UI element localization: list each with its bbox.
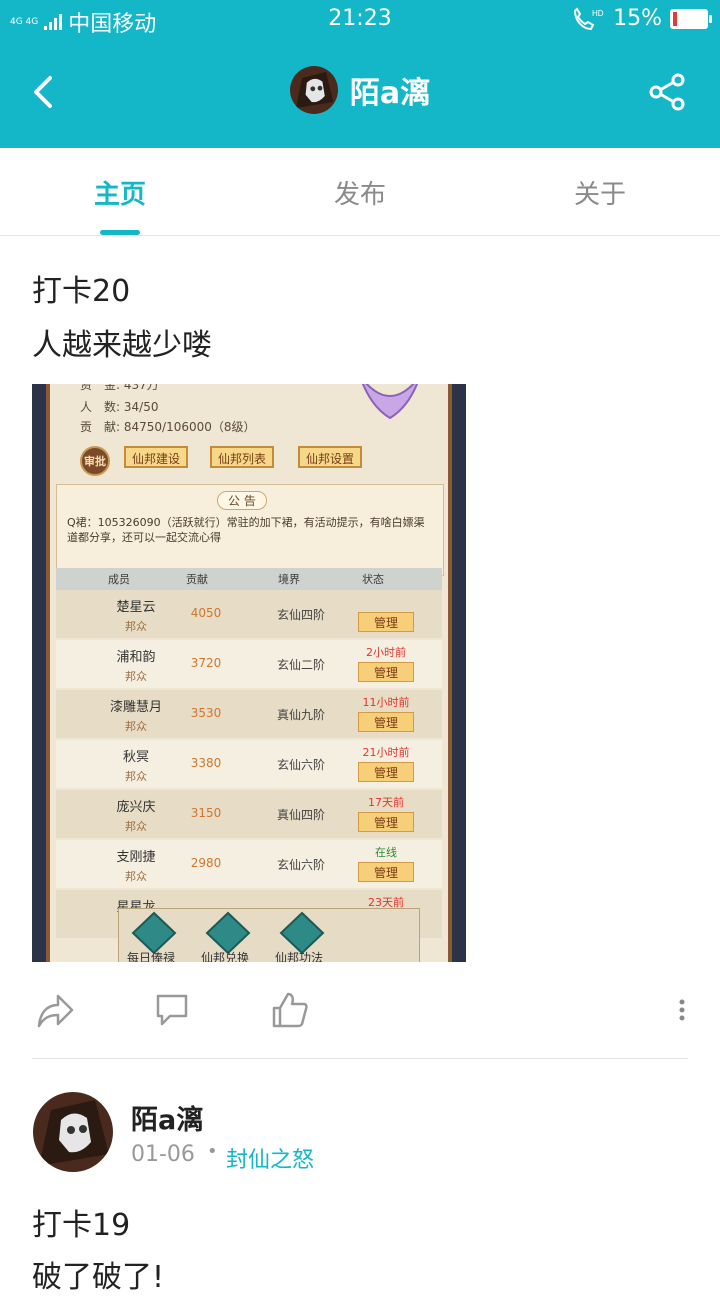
more-options-icon[interactable] <box>676 990 688 1030</box>
tab-publish[interactable]: 发布 <box>300 174 420 211</box>
approve-badge: 审批 <box>80 446 110 476</box>
table-row: 秋冥邦众 3380 玄仙六阶 21小时前管理 <box>56 740 442 788</box>
page-title: 陌a漓 <box>349 76 431 111</box>
game-info-funds: 资 金: 437万 <box>80 384 159 392</box>
member-table-header: 成员 贡献 境界 状态 <box>56 568 442 590</box>
member-realm: 真仙九阶 <box>276 708 325 722</box>
member-role: 邦众 <box>125 870 147 883</box>
member-name: 楚星云 <box>116 600 156 615</box>
tab-bar: 主页 发布 关于 <box>0 148 720 236</box>
forum-link[interactable]: 封仙之怒 <box>226 1142 314 1174</box>
tab-about[interactable]: 关于 <box>540 174 660 211</box>
game-notice: 公 告 Q裙：105326090（活跃就行）常驻的加下裙，有活动提示，有啥白嫖渠… <box>56 484 444 576</box>
member-contribution: 3530 <box>190 706 222 720</box>
table-row: 支刚捷邦众 2980 玄仙六阶 在线管理 <box>56 840 442 888</box>
member-status: 17天前 <box>368 796 404 809</box>
member-name: 漆雕慧月 <box>109 700 162 715</box>
member-realm: 玄仙四阶 <box>276 608 325 622</box>
member-contribution: 3380 <box>190 756 222 770</box>
profile-header: 陌a漓 <box>0 38 720 148</box>
member-status: 在线 <box>375 846 397 859</box>
member-status: 2小时前 <box>366 646 406 659</box>
table-row: 庞兴庆邦众 3150 真仙四阶 17天前管理 <box>56 790 442 838</box>
post-image[interactable]: 资 金: 437万 人 数: 34/50 贡 献: 84750/106000（8… <box>32 384 466 962</box>
guild-emblem-icon <box>361 384 419 420</box>
manage-button: 管理 <box>358 712 414 732</box>
table-row: 漆雕慧月邦众 3530 真仙九阶 11小时前管理 <box>56 690 442 738</box>
table-row: 浦和韵邦众 3720 玄仙二阶 2小时前管理 <box>56 640 442 688</box>
tab-home[interactable]: 主页 <box>60 174 180 211</box>
member-contribution: 3150 <box>190 806 222 820</box>
member-role: 邦众 <box>125 620 147 633</box>
author-name[interactable]: 陌a漓 <box>131 1098 203 1137</box>
share-icon[interactable] <box>648 72 688 112</box>
post2-body: 破了破了! <box>32 1260 165 1295</box>
game-button-build: 仙邦建设 <box>124 446 189 468</box>
hd-label: HD <box>592 9 604 18</box>
header-avatar[interactable] <box>289 66 338 114</box>
header-realm: 境界 <box>278 573 300 586</box>
member-name: 庞兴庆 <box>116 800 156 815</box>
skull-mask-icon <box>33 1092 113 1172</box>
like-icon[interactable] <box>270 990 308 1030</box>
game-panel: 资 金: 437万 人 数: 34/50 贡 献: 84750/106000（8… <box>46 384 452 962</box>
post2-title: 打卡19 <box>32 1208 131 1243</box>
manage-button: 管理 <box>358 762 414 782</box>
game-bottom-bar: 每日俸禄 仙邦兑换 仙邦功法 <box>118 908 420 962</box>
comment-icon[interactable] <box>154 990 190 1030</box>
manage-button: 管理 <box>358 812 414 832</box>
bottom-label-skill: 仙邦功法 <box>275 951 324 962</box>
member-role: 邦众 <box>125 720 147 733</box>
battery-percent: 15% <box>613 6 662 31</box>
member-status: 21小时前 <box>362 746 410 759</box>
active-tab-indicator <box>100 230 140 235</box>
member-role: 邦众 <box>125 770 147 783</box>
meta-separator: • <box>207 1141 218 1162</box>
member-realm: 真仙四阶 <box>276 808 325 822</box>
game-info-contribution: 贡 献: 84750/106000（8级） <box>80 420 256 434</box>
bottom-label-exchange: 仙邦兑换 <box>201 951 250 962</box>
phone-hd-icon: HD <box>574 6 604 30</box>
post-body: 人越来越少喽 <box>32 328 212 363</box>
manage-button: 管理 <box>358 662 414 682</box>
game-button-settings: 仙邦设置 <box>298 446 363 468</box>
notice-body: Q裙：105326090（活跃就行）常驻的加下裙，有活动提示，有啥白嫖渠道都分享… <box>67 516 425 544</box>
app-header-area: 4G 4G 中国移动 21:23 HD 15% 陌a漓 <box>0 0 720 148</box>
author-avatar[interactable] <box>33 1092 113 1172</box>
header-member: 成员 <box>108 573 130 586</box>
battery-icon <box>670 8 712 29</box>
notice-title: 公 告 <box>217 491 267 510</box>
member-role: 邦众 <box>125 670 147 683</box>
manage-button: 管理 <box>358 612 414 632</box>
header-status: 状态 <box>362 573 384 586</box>
member-status: 11小时前 <box>362 696 410 709</box>
post-date: 01-06 <box>131 1142 195 1167</box>
header-contribution: 贡献 <box>186 573 208 586</box>
battery-level <box>673 11 677 26</box>
status-bar: 4G 4G 中国移动 21:23 HD 15% <box>0 0 720 38</box>
member-contribution: 3720 <box>190 656 222 670</box>
member-realm: 玄仙六阶 <box>276 858 325 872</box>
forward-icon[interactable] <box>36 990 76 1030</box>
member-role: 邦众 <box>125 820 147 833</box>
skull-mask-icon <box>289 66 338 114</box>
game-button-list: 仙邦列表 <box>210 446 275 468</box>
member-contribution: 2980 <box>190 856 222 870</box>
table-row: 楚星云邦众 4050 玄仙四阶 管理 <box>56 590 442 638</box>
member-name: 支刚捷 <box>116 850 156 865</box>
member-name: 浦和韵 <box>116 650 156 665</box>
manage-button: 管理 <box>358 862 414 882</box>
member-name: 秋冥 <box>122 750 149 765</box>
member-realm: 玄仙六阶 <box>276 758 325 772</box>
bottom-label-salary: 每日俸禄 <box>127 951 176 962</box>
member-realm: 玄仙二阶 <box>276 658 325 672</box>
member-contribution: 4050 <box>190 606 222 620</box>
post-title: 打卡20 <box>32 274 131 309</box>
post-divider <box>32 1058 688 1059</box>
game-info-people: 人 数: 34/50 <box>80 400 159 414</box>
post-actions <box>0 990 720 1034</box>
